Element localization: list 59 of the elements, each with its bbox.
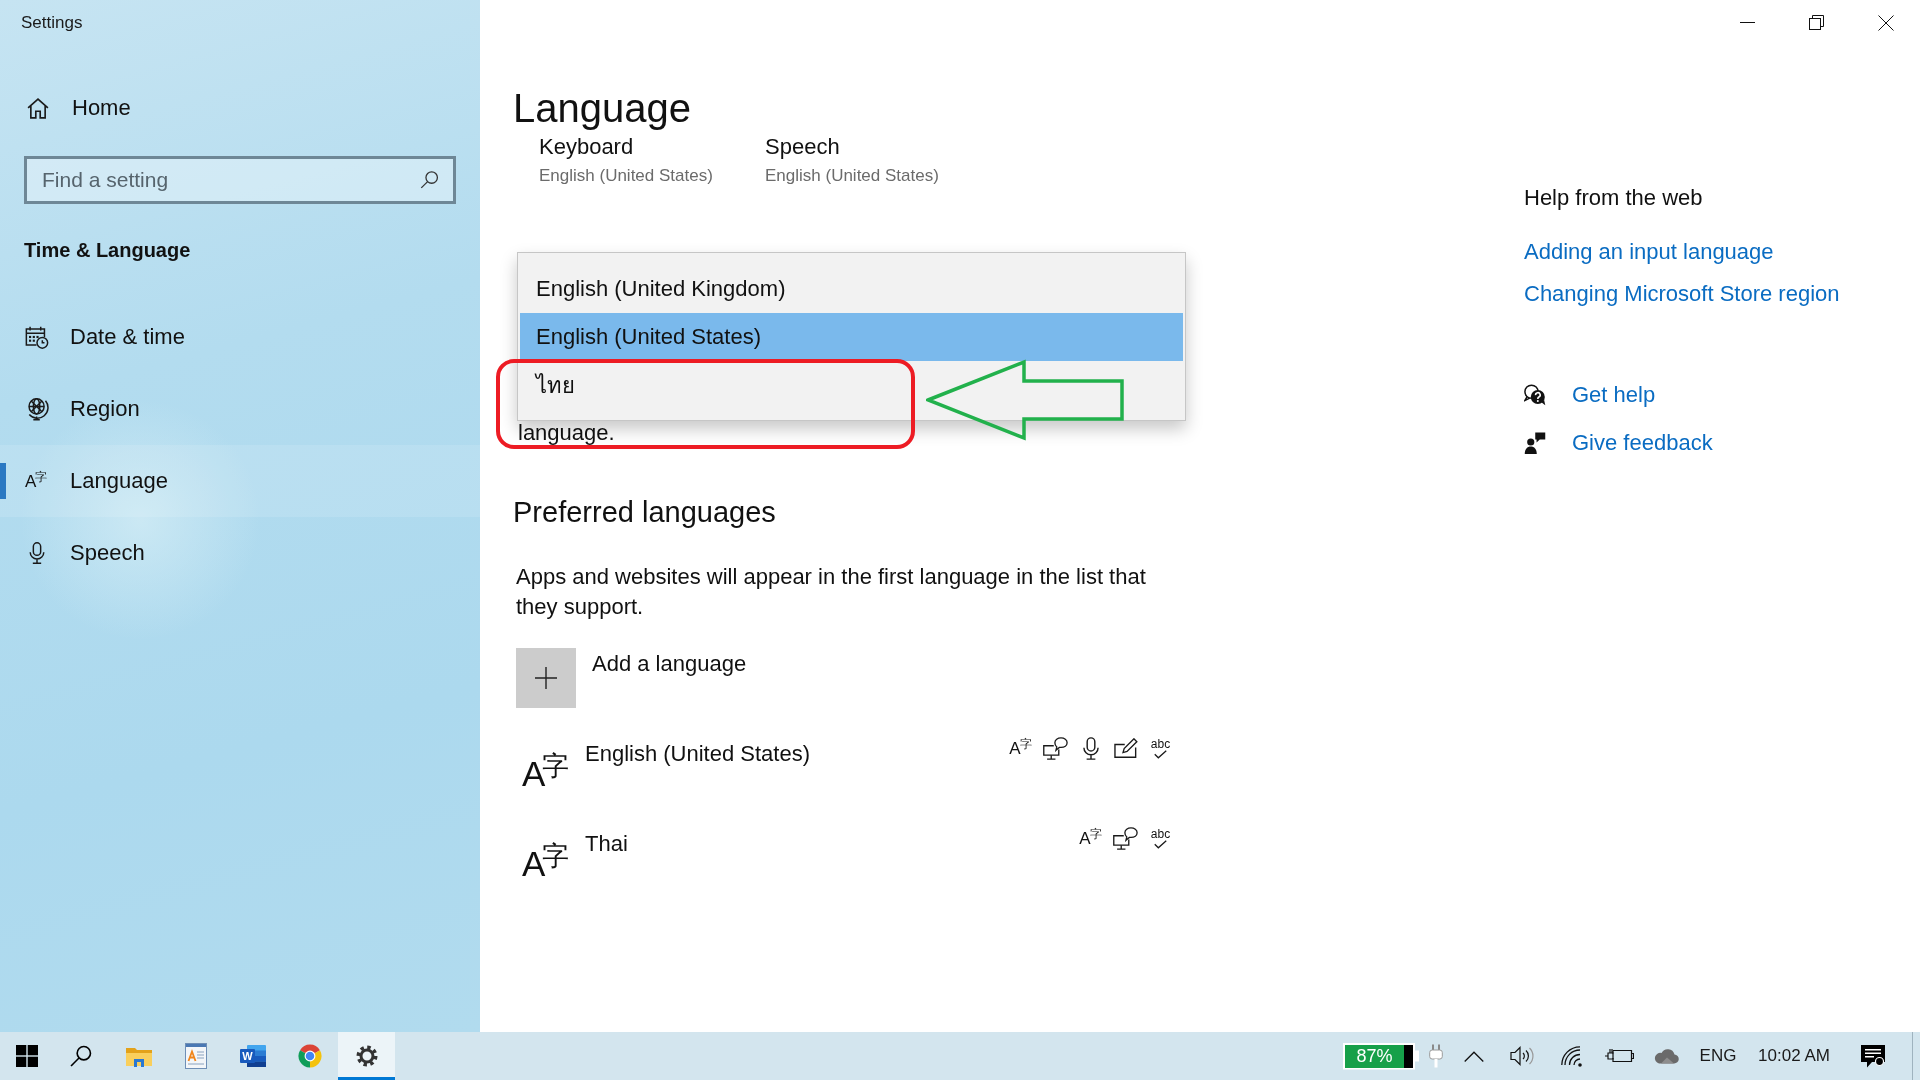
battery-percent: 87% bbox=[1356, 1046, 1393, 1066]
chevron-up-icon[interactable] bbox=[1464, 1050, 1484, 1062]
home-link[interactable]: Home bbox=[0, 80, 480, 136]
plus-icon bbox=[516, 648, 576, 708]
speaker-icon[interactable] bbox=[1510, 1046, 1534, 1066]
nav-item[interactable]: Region bbox=[0, 373, 480, 445]
input-language-indicator[interactable]: ENG bbox=[1699, 1046, 1737, 1066]
nav-item[interactable]: Speech bbox=[0, 517, 480, 589]
dropdown-option[interactable]: English (United States) bbox=[520, 313, 1183, 361]
help-link[interactable]: Changing Microsoft Store region bbox=[1524, 279, 1840, 309]
clock-text[interactable]: 10:02 AM bbox=[1758, 1046, 1830, 1066]
search-icon[interactable] bbox=[420, 171, 439, 189]
dropdown-option[interactable]: ไทย bbox=[520, 361, 1183, 409]
help-heading: Help from the web bbox=[1524, 184, 1703, 212]
display-speech-icon bbox=[1113, 826, 1138, 850]
taskbar-button[interactable]: W bbox=[224, 1032, 281, 1080]
taskbar-button[interactable] bbox=[338, 1032, 395, 1080]
nav-item[interactable]: Date & time bbox=[0, 301, 480, 373]
setting-label: Keyboard bbox=[539, 134, 634, 160]
help-action-link[interactable]: Give feedback bbox=[1524, 428, 1713, 458]
plug-icon[interactable] bbox=[1429, 1044, 1443, 1068]
calendar-clock-icon bbox=[25, 325, 49, 349]
description-text: language. bbox=[518, 421, 615, 445]
language-icon: A$^{字}$ bbox=[25, 469, 49, 493]
help-bubbles-icon bbox=[1524, 384, 1546, 406]
add-language-button[interactable]: Add a language bbox=[516, 648, 747, 708]
battery-plug-icon[interactable] bbox=[1604, 1047, 1634, 1065]
gear-icon bbox=[355, 1045, 378, 1067]
cloud-icon[interactable] bbox=[1653, 1048, 1679, 1064]
language-icon: A$^{字}$ bbox=[522, 838, 574, 884]
section-heading: Time & Language bbox=[24, 238, 191, 263]
handwriting-icon bbox=[1113, 738, 1138, 758]
browser-icon bbox=[297, 1044, 322, 1068]
display-speech-icon bbox=[1043, 736, 1068, 760]
help-action-link[interactable]: Get help bbox=[1524, 380, 1656, 410]
wifi-icon[interactable] bbox=[1561, 1045, 1583, 1067]
feedback-person-icon bbox=[1524, 432, 1546, 454]
start-icon[interactable] bbox=[16, 1045, 38, 1067]
language-icon: A$^{字}$ bbox=[522, 748, 574, 794]
section-heading: Preferred languages bbox=[513, 495, 776, 530]
dropdown-option[interactable]: English (United Kingdom) bbox=[520, 265, 1183, 313]
search-field[interactable]: Find a setting bbox=[24, 156, 456, 204]
setting-value: English (United States) bbox=[765, 165, 939, 187]
window-title: Settings bbox=[21, 12, 83, 34]
page-title: Language bbox=[513, 85, 691, 132]
globe-icon bbox=[25, 397, 49, 421]
setting-label: Speech bbox=[765, 134, 840, 160]
close-icon[interactable] bbox=[1877, 14, 1894, 31]
help-link[interactable]: Adding an input language bbox=[1524, 237, 1774, 267]
home-icon bbox=[27, 97, 49, 119]
restore-icon[interactable] bbox=[1809, 15, 1824, 30]
nav-item[interactable]: A$^{字}$ Language bbox=[0, 445, 480, 517]
description-text: Apps and websites will appear in the first language in the list that they support. bbox=[516, 563, 1147, 621]
microphone-icon bbox=[1082, 736, 1099, 760]
notification-icon[interactable] bbox=[1861, 1044, 1885, 1068]
document-icon bbox=[184, 1043, 207, 1069]
search-icon[interactable] bbox=[70, 1045, 92, 1067]
setting-value: English (United States) bbox=[539, 165, 713, 187]
folder-icon bbox=[125, 1045, 152, 1067]
